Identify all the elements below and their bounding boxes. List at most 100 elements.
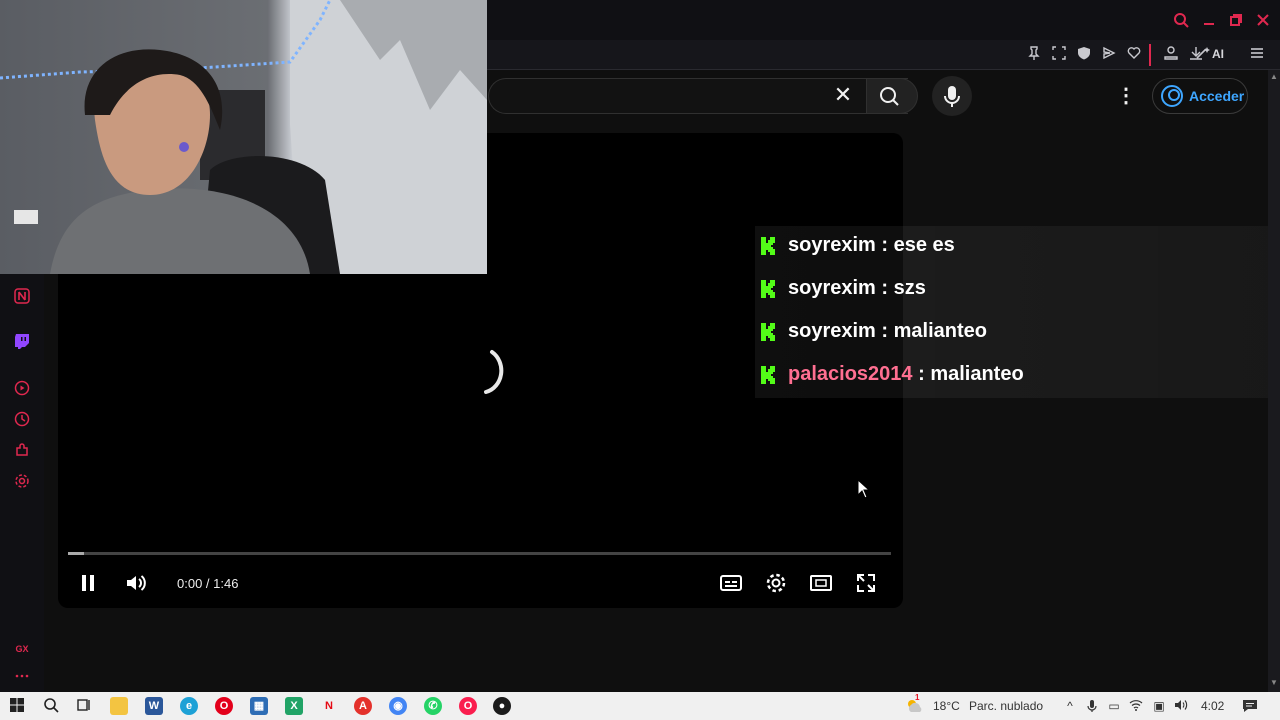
network-tray-icon[interactable]: ▭ bbox=[1107, 699, 1121, 713]
fullscreen-icon bbox=[857, 574, 875, 592]
chat-message: soyrexim : malianteo bbox=[755, 312, 1280, 355]
volume-icon bbox=[127, 575, 146, 591]
chat-message-body: ese es bbox=[893, 234, 955, 256]
chat-separator: : bbox=[912, 363, 931, 385]
theater-mode-icon bbox=[810, 575, 832, 591]
chat-message-body: malianteo bbox=[893, 320, 987, 342]
edge-icon[interactable]: e bbox=[180, 697, 198, 715]
more-options-icon[interactable]: ⋮ bbox=[1116, 84, 1136, 108]
chat-message-text: palacios2014 : malianteo bbox=[788, 363, 1024, 386]
subtitles-button[interactable] bbox=[719, 571, 743, 595]
chat-message: soyrexim : szs bbox=[755, 269, 1280, 312]
netflix-icon[interactable] bbox=[13, 288, 31, 306]
voice-search-button[interactable] bbox=[932, 76, 972, 116]
player-settings-button[interactable] bbox=[764, 571, 788, 595]
account-icon[interactable] bbox=[1162, 46, 1180, 64]
windows-taskbar: W e O ▦ X N A ◉ ✆ O ● 1 18°C Parc. nubla… bbox=[0, 692, 1280, 720]
weather-description[interactable]: Parc. nublado bbox=[969, 699, 1043, 713]
magic-wand-icon[interactable] bbox=[1193, 46, 1213, 64]
search-button[interactable] bbox=[866, 78, 918, 114]
chat-username[interactable]: soyrexim bbox=[788, 320, 876, 342]
chat-username[interactable]: soyrexim bbox=[788, 277, 876, 299]
kick-icon bbox=[761, 280, 775, 298]
video-progress-bar[interactable] bbox=[68, 552, 891, 555]
toolbar-separator bbox=[1149, 44, 1151, 66]
subtitles-icon bbox=[720, 575, 742, 591]
chat-separator: : bbox=[875, 320, 894, 342]
opera-gx-icon[interactable]: O bbox=[459, 697, 477, 715]
display-tray-icon[interactable]: ▣ bbox=[1152, 699, 1166, 713]
opera-icon[interactable]: O bbox=[215, 697, 233, 715]
minimize-icon[interactable] bbox=[1201, 12, 1217, 28]
excel-icon[interactable]: X bbox=[285, 697, 303, 715]
settings-icon[interactable] bbox=[13, 473, 31, 491]
app-grid-icon[interactable]: ▦ bbox=[250, 697, 268, 715]
fullscreen-button[interactable] bbox=[854, 571, 878, 595]
task-view-icon[interactable] bbox=[75, 697, 93, 715]
chrome-icon[interactable]: ◉ bbox=[389, 697, 407, 715]
heart-icon[interactable] bbox=[1125, 46, 1143, 64]
netflix-taskbar-icon[interactable]: N bbox=[320, 697, 338, 715]
extensions-icon[interactable] bbox=[13, 442, 31, 460]
search-magnifier-icon bbox=[880, 87, 899, 106]
snapshot-icon[interactable] bbox=[1050, 46, 1068, 64]
scroll-up-arrow-icon[interactable]: ▲ bbox=[1269, 72, 1279, 82]
search-icon[interactable] bbox=[1173, 12, 1189, 28]
restore-icon[interactable] bbox=[1228, 12, 1244, 28]
file-explorer-icon[interactable] bbox=[110, 697, 128, 715]
kick-icon bbox=[761, 366, 775, 384]
menu-icon[interactable] bbox=[1248, 46, 1266, 64]
pause-button[interactable] bbox=[76, 571, 100, 595]
chat-separator: : bbox=[875, 234, 894, 256]
microphone-tray-icon[interactable] bbox=[1085, 699, 1099, 713]
gear-icon bbox=[766, 573, 786, 593]
chat-message-body: malianteo bbox=[930, 363, 1024, 385]
theater-mode-button[interactable] bbox=[809, 571, 833, 595]
chat-username[interactable]: soyrexim bbox=[788, 234, 876, 256]
kick-icon bbox=[761, 237, 775, 255]
windows-start-icon[interactable] bbox=[8, 697, 26, 715]
chat-message-text: soyrexim : malianteo bbox=[788, 320, 987, 343]
send-icon[interactable] bbox=[1100, 46, 1118, 64]
loading-spinner-icon bbox=[484, 350, 504, 394]
more-dots-icon[interactable] bbox=[13, 668, 31, 686]
whatsapp-icon[interactable]: ✆ bbox=[424, 697, 442, 715]
shield-icon[interactable] bbox=[1075, 46, 1093, 64]
speaker-icon[interactable] bbox=[1174, 699, 1188, 713]
page-scrollbar[interactable]: ▲ ▼ bbox=[1268, 70, 1280, 692]
webcam-image bbox=[0, 0, 487, 274]
chat-message: palacios2014 : malianteo bbox=[755, 355, 1280, 398]
close-window-icon[interactable] bbox=[1255, 12, 1271, 28]
player-icon[interactable] bbox=[13, 380, 31, 398]
scroll-down-arrow-icon[interactable]: ▼ bbox=[1269, 678, 1279, 688]
history-icon[interactable] bbox=[13, 411, 31, 429]
show-hidden-icons-icon[interactable]: ^ bbox=[1063, 699, 1077, 713]
obs-icon[interactable]: ● bbox=[493, 697, 511, 715]
account-circle-icon bbox=[1161, 85, 1183, 107]
video-progress-fill bbox=[68, 552, 85, 555]
pause-icon bbox=[82, 575, 94, 591]
ai-label[interactable]: AI bbox=[1212, 47, 1224, 61]
volume-button[interactable] bbox=[124, 571, 148, 595]
weather-temperature[interactable]: 18°C bbox=[933, 699, 960, 713]
screen: AI GX ✕ ⋮ Acceder 0:00 / 1:46 soyrexim:… bbox=[0, 0, 1280, 720]
notifications-icon[interactable] bbox=[1242, 699, 1258, 713]
signin-button[interactable]: Acceder bbox=[1152, 78, 1248, 114]
gx-label[interactable]: GX bbox=[13, 640, 31, 658]
signin-label: Acceder bbox=[1189, 88, 1245, 104]
wifi-icon[interactable] bbox=[1129, 699, 1143, 713]
mouse-cursor-icon bbox=[857, 479, 871, 499]
chat-message-text: soyrexim : ese es bbox=[788, 234, 955, 257]
chat-username[interactable]: palacios2014 bbox=[788, 363, 913, 385]
taskbar-clock[interactable]: 4:02 bbox=[1201, 699, 1224, 713]
twitch-icon[interactable] bbox=[13, 333, 31, 351]
weather-notification-badge: 1 bbox=[915, 693, 920, 702]
word-icon[interactable]: W bbox=[145, 697, 163, 715]
webcam-overlay bbox=[0, 0, 487, 274]
clear-search-button[interactable]: ✕ bbox=[830, 82, 856, 108]
pin-icon[interactable] bbox=[1025, 46, 1043, 64]
video-time-display: 0:00 / 1:46 bbox=[177, 576, 239, 591]
taskbar-search-icon[interactable] bbox=[42, 697, 60, 715]
chat-message-text: soyrexim : szs bbox=[788, 277, 926, 300]
acrobat-icon[interactable]: A bbox=[354, 697, 372, 715]
